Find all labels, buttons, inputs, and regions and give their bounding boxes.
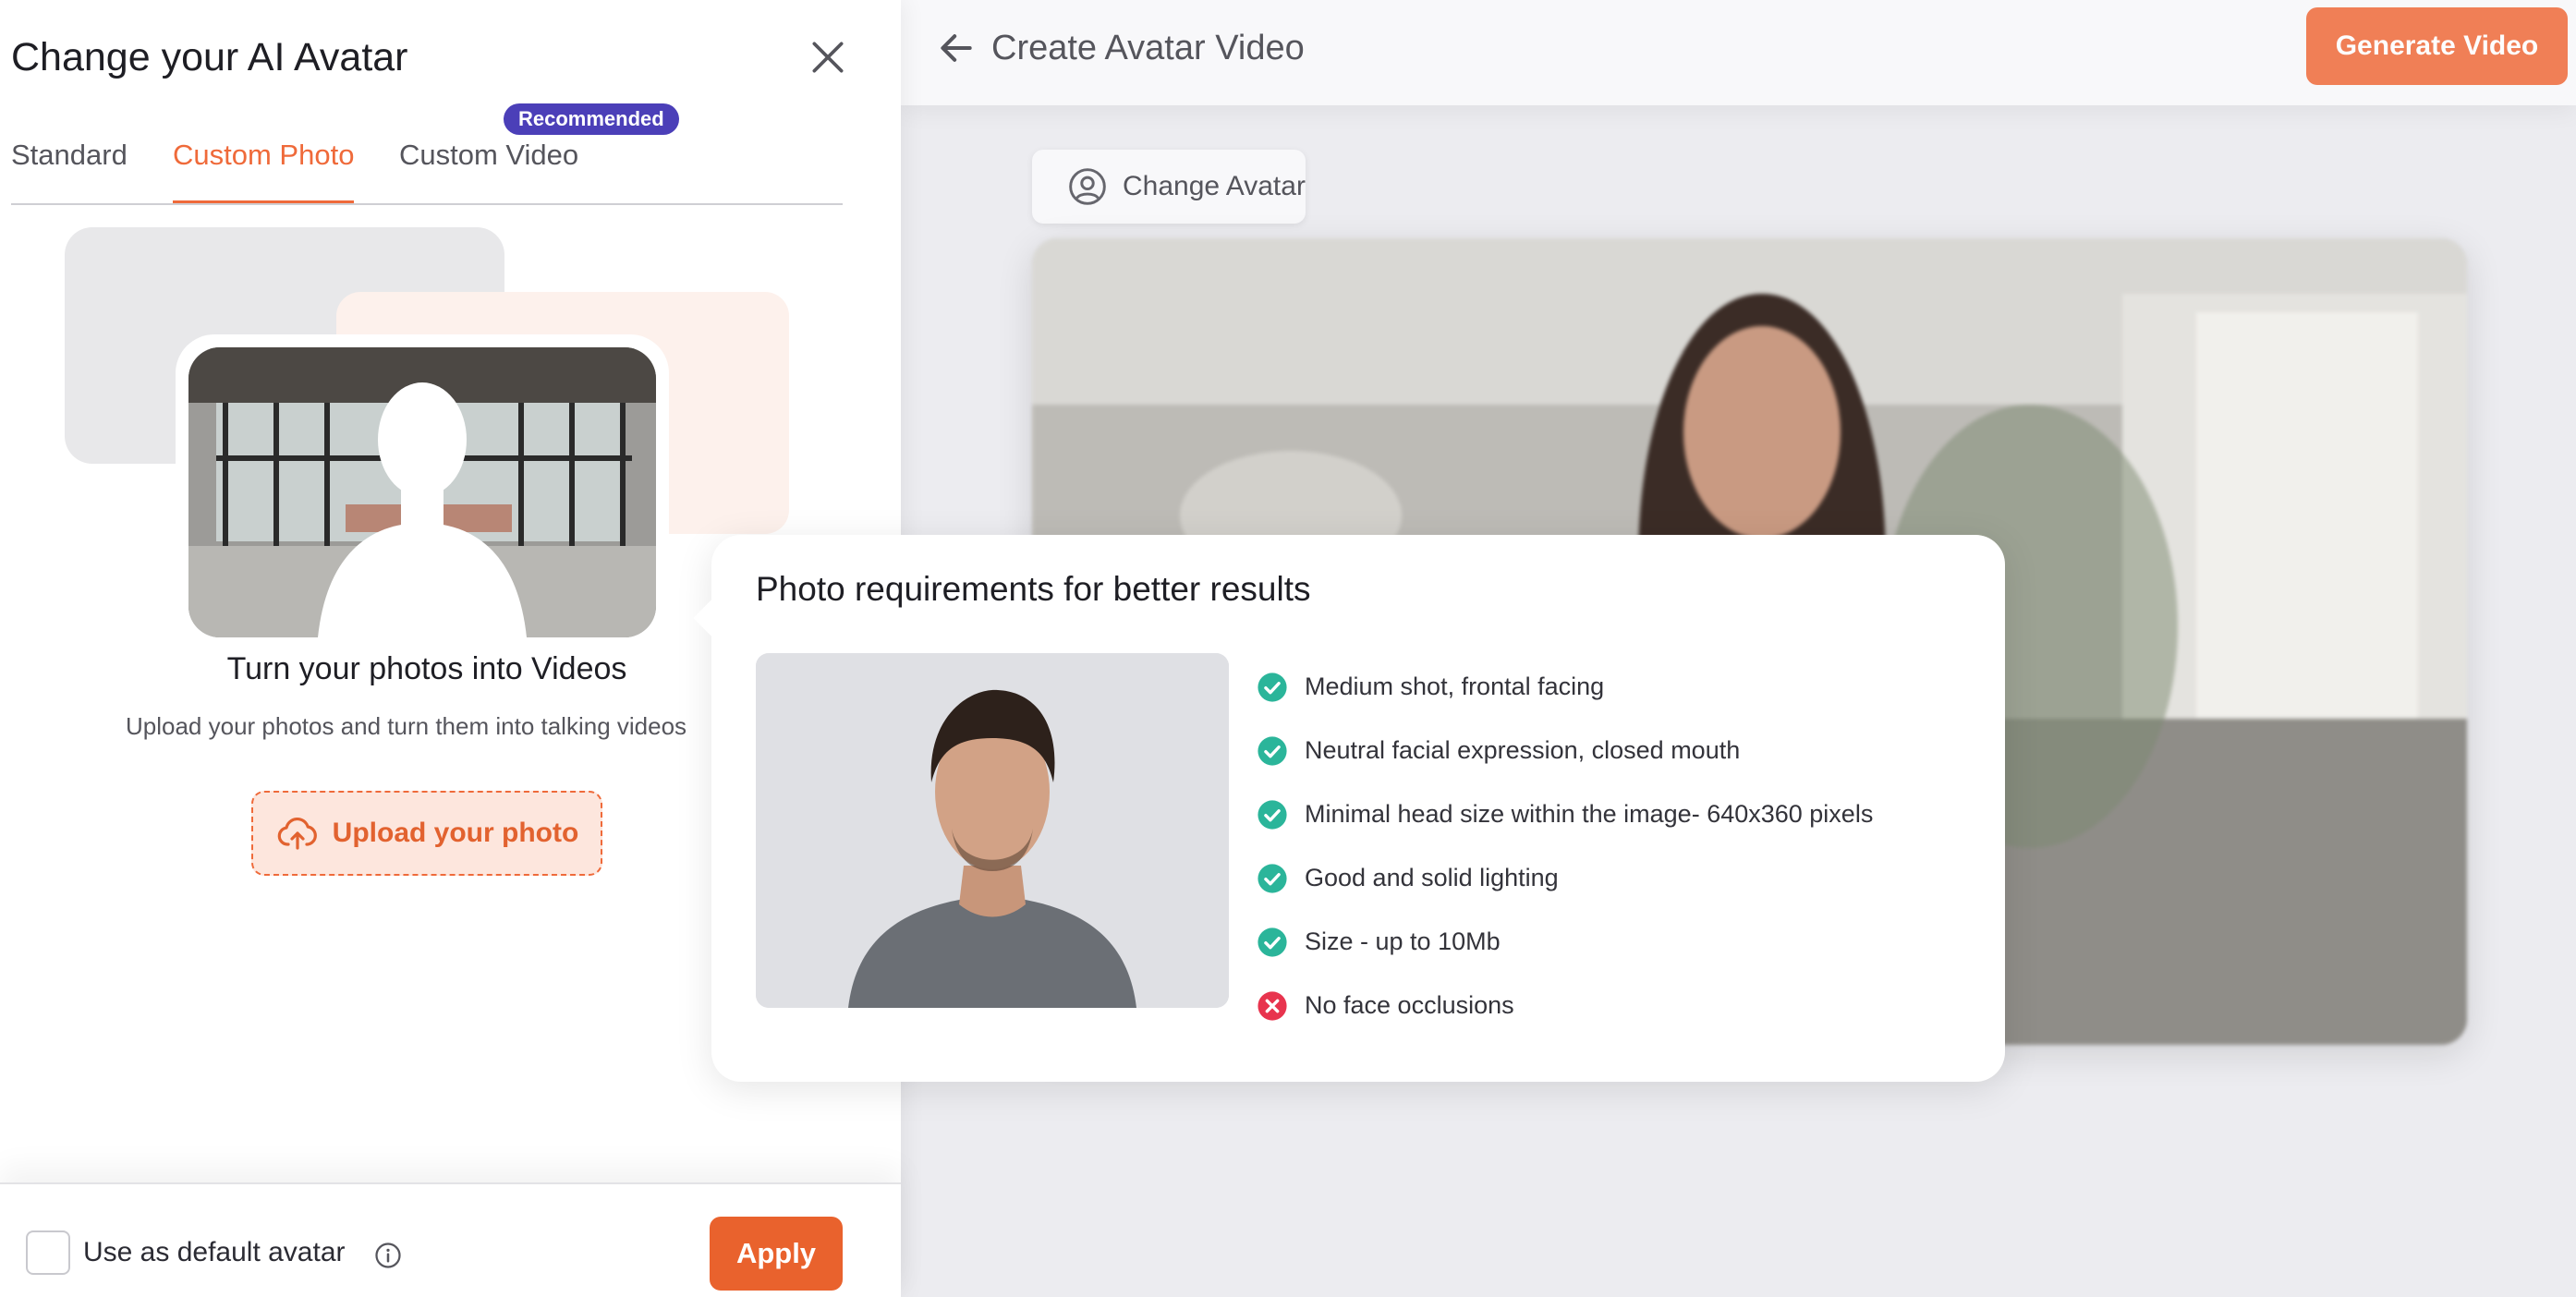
popover-title: Photo requirements for better results [756,570,1311,608]
requirement-item: Neutral facial expression, closed mouth [1257,719,1987,782]
requirement-item: Size - up to 10Mb [1257,910,1987,974]
photo-requirements-popover: Photo requirements for better results Me… [693,535,2005,1082]
x-circle-icon [1258,990,1287,1021]
check-circle-icon [1258,927,1287,957]
requirement-item: Medium shot, frontal facing [1257,655,1987,719]
generate-video-button[interactable]: Generate Video [2306,7,2568,85]
upload-photo-label: Upload your photo [332,818,579,848]
custom-photo-subtitle: Upload your photos and turn them into ta… [126,712,687,740]
upload-photo-button[interactable]: Upload your photo [251,791,602,876]
sample-portrait-image [756,653,1229,1008]
info-icon[interactable] [374,1242,402,1269]
office-silhouette-image [188,347,656,637]
change-avatar-button[interactable]: Change Avatar [1032,150,1306,224]
check-circle-icon [1258,863,1287,893]
check-circle-icon [1258,735,1287,766]
requirement-text: Good and solid lighting [1305,864,1559,891]
requirements-list: Medium shot, frontal facing Neutral faci… [1257,655,1987,1037]
editor-title: Create Avatar Video [991,29,1305,67]
recommended-badge: Recommended [504,103,679,135]
photo-frame [176,334,669,647]
back-arrow-icon[interactable] [936,28,977,68]
requirement-text: Minimal head size within the image- 640x… [1305,800,1874,828]
tab-custom-video[interactable]: Custom Video [399,135,578,203]
requirement-text: Neutral facial expression, closed mouth [1305,736,1741,764]
change-avatar-label: Change Avatar [1123,171,1306,201]
user-circle-icon [1069,168,1106,205]
requirement-item: Minimal head size within the image- 640x… [1257,782,1987,846]
avatar-type-tabs: Standard Custom Photo Custom Video [11,129,843,205]
requirement-item: No face occlusions [1257,974,1987,1037]
requirement-text: Size - up to 10Mb [1305,927,1501,955]
panel-title: Change your AI Avatar [11,35,408,79]
check-circle-icon [1258,799,1287,830]
tab-custom-photo[interactable]: Custom Photo [173,135,355,203]
panel-footer: Use as default avatar Apply [0,1182,901,1297]
check-circle-icon [1258,672,1287,702]
tab-standard[interactable]: Standard [11,135,128,203]
cloud-upload-icon [277,818,317,850]
default-avatar-checkbox[interactable] [26,1230,70,1275]
apply-button[interactable]: Apply [710,1217,843,1291]
editor-header: Create Avatar Video Generate Video [901,0,2576,105]
default-avatar-label: Use as default avatar [83,1237,346,1267]
requirement-text: No face occlusions [1305,991,1514,1019]
close-icon[interactable] [808,37,848,78]
requirement-text: Medium shot, frontal facing [1305,673,1605,700]
requirement-item: Good and solid lighting [1257,846,1987,910]
